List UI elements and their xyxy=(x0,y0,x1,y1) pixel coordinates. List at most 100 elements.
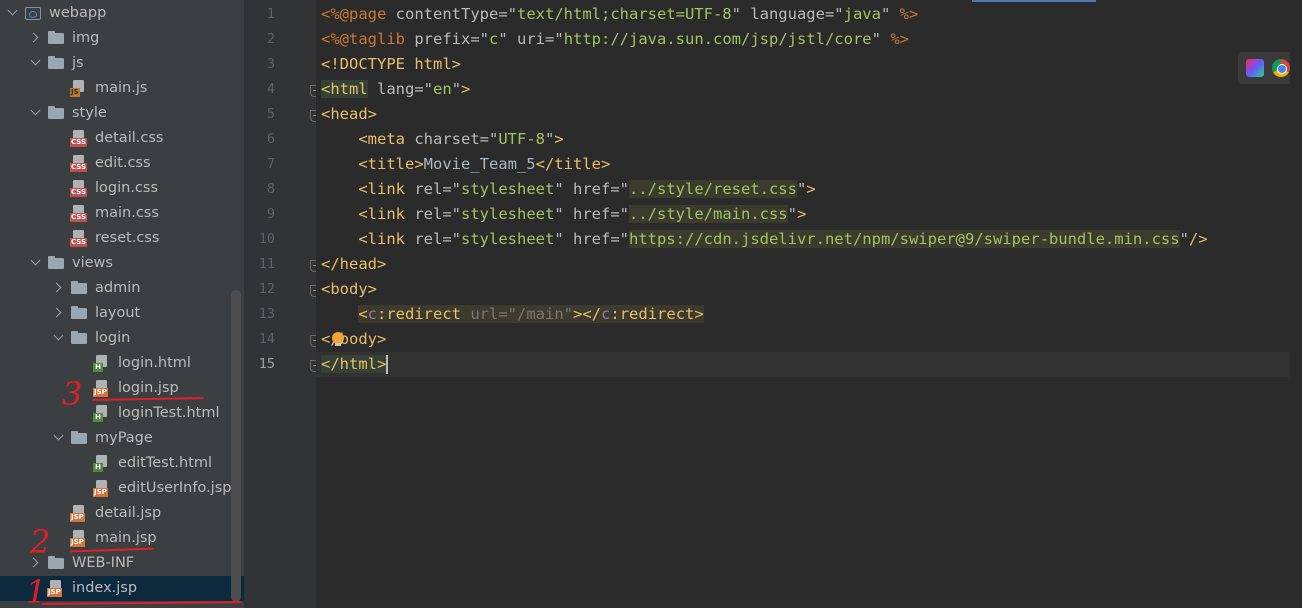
tree-item-label: edit.css xyxy=(95,155,151,171)
code-line: <head> xyxy=(321,102,377,127)
tree-item-label: editUserInfo.jsp xyxy=(118,480,232,496)
code-token: =" xyxy=(442,205,461,223)
code-token: rel xyxy=(405,230,443,248)
editor-tab-accent xyxy=(972,0,1096,2)
tree-folder-webapp[interactable]: webapp xyxy=(0,1,244,26)
tree-item-label: detail.css xyxy=(95,130,164,146)
tree-file-main-js[interactable]: JS main.js xyxy=(0,76,244,101)
tree-folder-views[interactable]: views xyxy=(0,251,244,276)
tree-folder-js[interactable]: js xyxy=(0,51,244,76)
code-token: lang xyxy=(367,80,415,98)
code-line: <link rel="stylesheet" href="https://cdn… xyxy=(321,227,1208,252)
code-token: <!DOCTYPE html> xyxy=(321,55,461,73)
tree-item-label: reset.css xyxy=(95,230,160,246)
tree-file-edit-css[interactable]: CSS edit.css xyxy=(0,151,244,176)
code-token: <%@ xyxy=(321,30,349,48)
tree-folder-mypage[interactable]: myPage xyxy=(0,426,244,451)
code-token: url xyxy=(470,305,499,323)
css-file-icon: CSS xyxy=(70,205,88,222)
tree-item-label: main.js xyxy=(95,80,148,96)
line-number: 7 xyxy=(266,156,275,172)
code-line: <title>Movie_Team_5</title> xyxy=(321,152,610,177)
annotation-mark-3: 3 xyxy=(62,375,83,413)
js-file-icon: JS xyxy=(70,80,88,97)
code-token: c xyxy=(367,305,378,323)
tree-file-reset-css[interactable]: CSS reset.css xyxy=(0,226,244,251)
tree-folder-login[interactable]: login xyxy=(0,326,244,351)
code-editor[interactable]: <%@page contentType="text/html;charset=U… xyxy=(316,0,1302,608)
chevron-down-icon[interactable] xyxy=(54,426,66,451)
tree-file-login-css[interactable]: CSS login.css xyxy=(0,176,244,201)
chevron-down-icon[interactable] xyxy=(31,51,43,76)
tree-item-label: login.css xyxy=(95,180,159,196)
code-token: ../style/reset.css xyxy=(629,180,797,198)
editor-gutter: 1 2 3 4 5 6 7 8 9 10 11 12 13 14 15 xyxy=(244,0,321,608)
chevron-down-icon[interactable] xyxy=(8,1,20,26)
chrome-icon[interactable] xyxy=(1272,59,1290,77)
project-tree-scrollbar[interactable] xyxy=(231,290,241,602)
tree-item-label: myPage xyxy=(95,430,153,446)
tree-item-label: style xyxy=(72,105,107,121)
code-token: %> xyxy=(899,5,919,23)
tree-folder-img[interactable]: img xyxy=(0,26,244,51)
editor-scrollbar[interactable] xyxy=(1290,0,1302,608)
code-token: </body> xyxy=(321,330,387,348)
code-token: rel xyxy=(405,180,443,198)
line-number: 3 xyxy=(266,56,275,72)
code-token: stylesheet xyxy=(461,205,555,223)
line-number: 8 xyxy=(266,181,275,197)
intention-bulb-icon[interactable] xyxy=(332,332,344,346)
code-token: <link xyxy=(358,205,405,223)
code-token: <title> xyxy=(358,155,424,173)
code-token: :redirect xyxy=(377,305,471,323)
tree-file-login-html[interactable]: Hlogin.html xyxy=(0,351,244,376)
tree-file-detail-css[interactable]: CSS detail.css xyxy=(0,126,244,151)
tree-folder-layout[interactable]: layout xyxy=(0,301,244,326)
intellij-icon[interactable] xyxy=(1246,59,1264,77)
folder-icon xyxy=(47,105,65,122)
chevron-right-icon[interactable] xyxy=(54,301,66,326)
code-token: en xyxy=(433,80,452,98)
folder-icon xyxy=(47,30,65,47)
tree-item-label: editTest.html xyxy=(118,455,213,471)
tree-file-edituserinfo-jsp[interactable]: JSP editUserInfo.jsp xyxy=(0,476,244,501)
css-file-icon: CSS xyxy=(70,130,88,147)
line-number: 14 xyxy=(258,331,275,347)
code-token: " xyxy=(545,130,555,148)
tree-file-logintest-html[interactable]: HloginTest.html xyxy=(0,401,244,426)
code-token: %> xyxy=(890,30,909,48)
chevron-down-icon[interactable] xyxy=(31,251,43,276)
code-token: =" xyxy=(479,130,499,148)
chevron-right-icon[interactable] xyxy=(54,276,66,301)
tree-folder-admin[interactable]: admin xyxy=(0,276,244,301)
code-token: " xyxy=(554,180,573,198)
tree-file-main-css[interactable]: CSS main.css xyxy=(0,201,244,226)
code-token: uri xyxy=(517,30,546,48)
open-in-browser-bar xyxy=(1238,52,1296,84)
code-token: UTF-8 xyxy=(498,130,545,148)
code-token: /main xyxy=(517,305,564,323)
chevron-down-icon[interactable] xyxy=(31,101,43,126)
code-token: rel xyxy=(405,205,443,223)
annotation-mark-2: 2 xyxy=(30,523,51,561)
tree-item-label: index.jsp xyxy=(72,580,138,596)
line-number: 13 xyxy=(258,306,275,322)
tree-item-label: img xyxy=(72,30,100,46)
code-token: <head> xyxy=(321,105,377,123)
code-token: contentType xyxy=(395,5,499,23)
folder-icon xyxy=(70,305,88,322)
chevron-right-icon[interactable] xyxy=(31,26,43,51)
code-token: > xyxy=(461,80,471,98)
jsp-file-icon: JSP xyxy=(93,380,111,397)
html-file-icon: H xyxy=(93,455,111,472)
code-line: <%@taglib prefix="c" uri="http://java.su… xyxy=(321,27,909,52)
code-token: c xyxy=(601,305,611,323)
line-number: 1 xyxy=(266,6,275,22)
tree-file-edittest-html[interactable]: HeditTest.html xyxy=(0,451,244,476)
tree-folder-style[interactable]: style xyxy=(0,101,244,126)
line-number: 15 xyxy=(258,356,275,372)
tree-file-login-jsp[interactable]: JSP login.jsp xyxy=(0,376,244,401)
code-token: <%@ xyxy=(321,5,349,23)
chevron-down-icon[interactable] xyxy=(54,326,66,351)
